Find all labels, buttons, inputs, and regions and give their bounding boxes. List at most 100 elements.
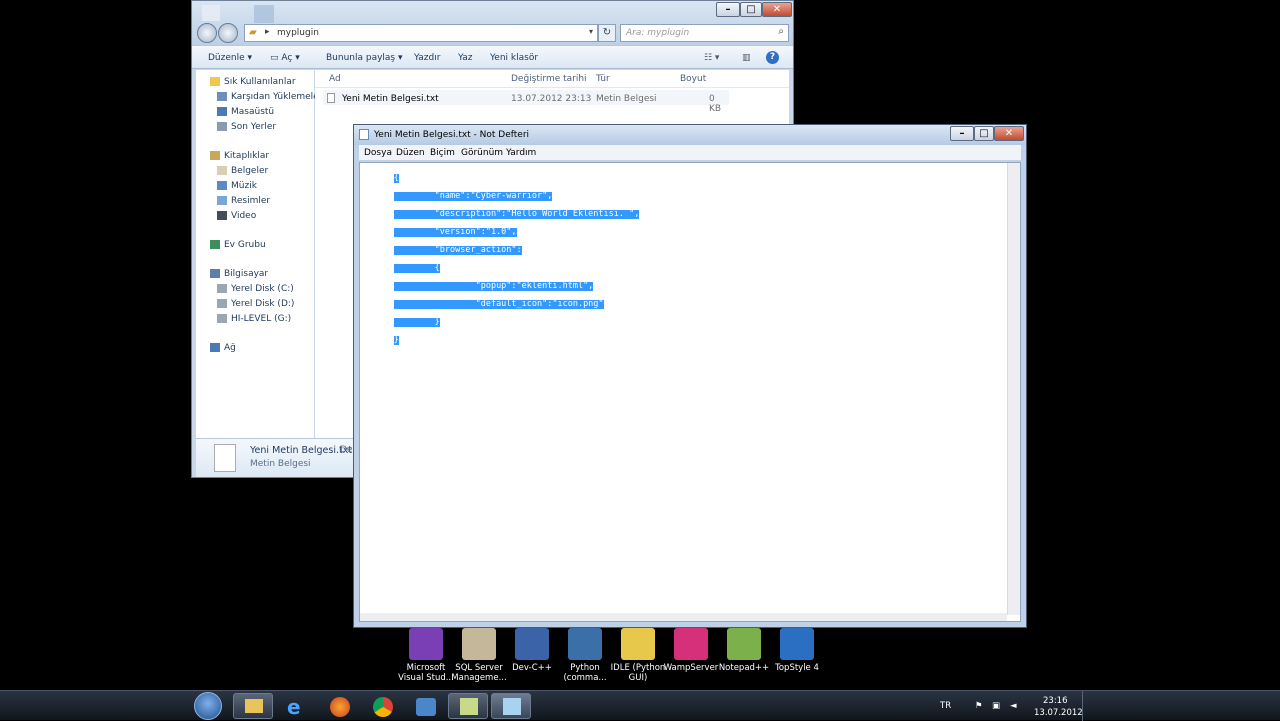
back-button[interactable] — [197, 23, 217, 43]
nav-favorites[interactable]: Sık Kullanılanlar — [210, 77, 296, 87]
search-icon[interactable]: ⌕ — [778, 26, 784, 37]
minimize-button[interactable]: – — [716, 2, 740, 17]
refresh-icon[interactable]: ↻ — [598, 24, 616, 42]
chrome-icon — [373, 697, 393, 717]
desktop-icon-topstyle[interactable]: TopStyle 4 — [769, 628, 825, 673]
nav-video[interactable]: Video — [217, 211, 256, 221]
close-button[interactable]: ✕ — [762, 2, 792, 17]
column-modified[interactable]: Değiştirme tarihi — [511, 74, 587, 84]
menu-help[interactable]: Yardım — [506, 148, 536, 158]
volume-icon[interactable]: ◄ — [1010, 701, 1017, 711]
selected-code: { "name":"Cyber-warrior", "description":… — [363, 165, 640, 354]
nav-homegroup[interactable]: Ev Grubu — [210, 240, 266, 250]
notepad-titlebar[interactable]: Yeni Metin Belgesi.txt - Not Defteri – □… — [354, 125, 1026, 145]
organize-button[interactable]: Düzenle ▾ — [208, 53, 252, 63]
taskbar-notes-button[interactable] — [448, 693, 488, 719]
start-button[interactable] — [194, 692, 222, 720]
minimize-button[interactable]: – — [950, 126, 974, 141]
file-modified: 13.07.2012 23:13 — [511, 94, 592, 104]
nav-desktop[interactable]: Masaüstü — [217, 107, 274, 117]
network-icon — [210, 343, 220, 352]
address-bar[interactable]: ▰ ▸ myplugin ▾ — [244, 24, 598, 42]
nav-recent[interactable]: Son Yerler — [217, 122, 276, 132]
print-button[interactable]: Yazdır — [414, 53, 440, 63]
python-icon — [568, 628, 602, 660]
show-desktop-button[interactable] — [1082, 691, 1090, 721]
taskbar-ie-button[interactable]: e — [276, 693, 316, 719]
notepad-icon — [503, 698, 521, 715]
desktop-icon-wampserver[interactable]: WampServer — [663, 628, 719, 673]
chevron-down-icon[interactable]: ▾ — [589, 27, 593, 36]
text-file-icon — [214, 444, 236, 472]
nav-documents[interactable]: Belgeler — [217, 166, 268, 176]
desktop-icon-python[interactable]: Python (comma... — [557, 628, 613, 683]
desktop-icon-sql-server[interactable]: SQL Server Manageme... — [451, 628, 507, 683]
topstyle-icon — [780, 628, 814, 660]
internet-explorer-icon: e — [287, 695, 301, 719]
window-icon — [202, 5, 220, 21]
nav-disk-d[interactable]: Yerel Disk (D:) — [217, 299, 294, 309]
notepad-text-area[interactable]: { "name":"Cyber-warrior", "description":… — [359, 162, 1021, 622]
clock-date[interactable]: 13.07.2012 — [1034, 708, 1083, 718]
desktop-icon-visual-studio[interactable]: Microsoft Visual Stud... — [398, 628, 454, 683]
drive-icon — [217, 299, 227, 308]
notepad-menubar: Dosya Düzen Biçim Görünüm Yardım — [359, 145, 1021, 161]
taskbar-explorer-button[interactable] — [233, 693, 273, 719]
nav-downloads[interactable]: Karşıdan Yüklemeler — [217, 92, 322, 102]
nav-disk-g[interactable]: HI-LEVEL (G:) — [217, 314, 291, 324]
desktop-icon-notepad-plus-plus[interactable]: Notepad++ — [716, 628, 772, 673]
code-line: "description":"Hello World Eklentisi. ", — [393, 209, 640, 219]
notepad-window: Yeni Metin Belgesi.txt - Not Defteri – □… — [353, 124, 1027, 628]
libraries-icon — [210, 151, 220, 160]
preview-pane-icon[interactable]: ▥ — [742, 53, 751, 63]
menu-view[interactable]: Görünüm — [461, 148, 503, 158]
taskbar-firefox-button[interactable] — [319, 693, 359, 719]
menu-format[interactable]: Biçim — [430, 148, 455, 158]
file-size: 0 KB — [709, 94, 722, 114]
maximize-button[interactable]: □ — [740, 2, 762, 17]
sticky-notes-icon — [460, 698, 478, 715]
vertical-scrollbar[interactable] — [1007, 163, 1020, 615]
network-tray-icon[interactable]: ▣ — [992, 701, 1000, 711]
code-line: "name":"Cyber-warrior", — [393, 191, 553, 201]
nav-music[interactable]: Müzik — [217, 181, 257, 191]
table-row[interactable]: Yeni Metin Belgesi.txt 13.07.2012 23:13 … — [323, 90, 729, 114]
new-folder-button[interactable]: Yeni klasör — [490, 53, 538, 63]
column-name[interactable]: Ad — [329, 74, 341, 84]
close-button[interactable]: ✕ — [994, 126, 1024, 141]
horizontal-scrollbar[interactable] — [360, 613, 1007, 621]
computer-icon — [210, 269, 220, 278]
text-file-icon — [327, 93, 335, 103]
code-line: { — [393, 263, 440, 273]
open-button[interactable]: ▭ Aç ▾ — [270, 53, 300, 63]
menu-edit[interactable]: Düzen — [396, 148, 425, 158]
language-indicator[interactable]: TR — [940, 701, 951, 711]
view-options-icon[interactable]: ☷ ▾ — [704, 53, 719, 63]
dev-cpp-icon — [515, 628, 549, 660]
column-type[interactable]: Tür — [596, 74, 610, 84]
taskbar-notepad-button[interactable] — [491, 693, 531, 719]
taskbar-chrome-button[interactable] — [362, 693, 402, 719]
nav-disk-c[interactable]: Yerel Disk (C:) — [217, 284, 294, 294]
maximize-button[interactable]: □ — [974, 126, 994, 141]
code-line: "default_icon":"icon.png" — [393, 299, 604, 309]
search-input[interactable]: Ara: myplugin ⌕ — [620, 24, 789, 42]
help-icon[interactable]: ? — [766, 51, 779, 64]
star-icon — [210, 77, 220, 86]
burn-button[interactable]: Yaz — [458, 53, 473, 63]
desktop-icon-idle[interactable]: IDLE (Python GUI) — [610, 628, 666, 683]
nav-network[interactable]: Ağ — [210, 343, 236, 353]
code-line: "version":"1.0", — [393, 227, 517, 237]
clock-time[interactable]: 23:16 — [1043, 696, 1068, 706]
nav-computer[interactable]: Bilgisayar — [210, 269, 268, 279]
nav-libraries[interactable]: Kitaplıklar — [210, 151, 269, 161]
flag-icon[interactable]: ⚑ — [975, 701, 983, 711]
column-size[interactable]: Boyut — [680, 74, 706, 84]
taskbar-app-button[interactable] — [405, 693, 445, 719]
menu-file[interactable]: Dosya — [364, 148, 392, 158]
desktop-icon-dev-cpp[interactable]: Dev-C++ — [504, 628, 560, 673]
share-button[interactable]: Bununla paylaş ▾ — [326, 53, 403, 63]
video-icon — [217, 211, 227, 220]
nav-pictures[interactable]: Resimler — [217, 196, 270, 206]
forward-button[interactable] — [218, 23, 238, 43]
